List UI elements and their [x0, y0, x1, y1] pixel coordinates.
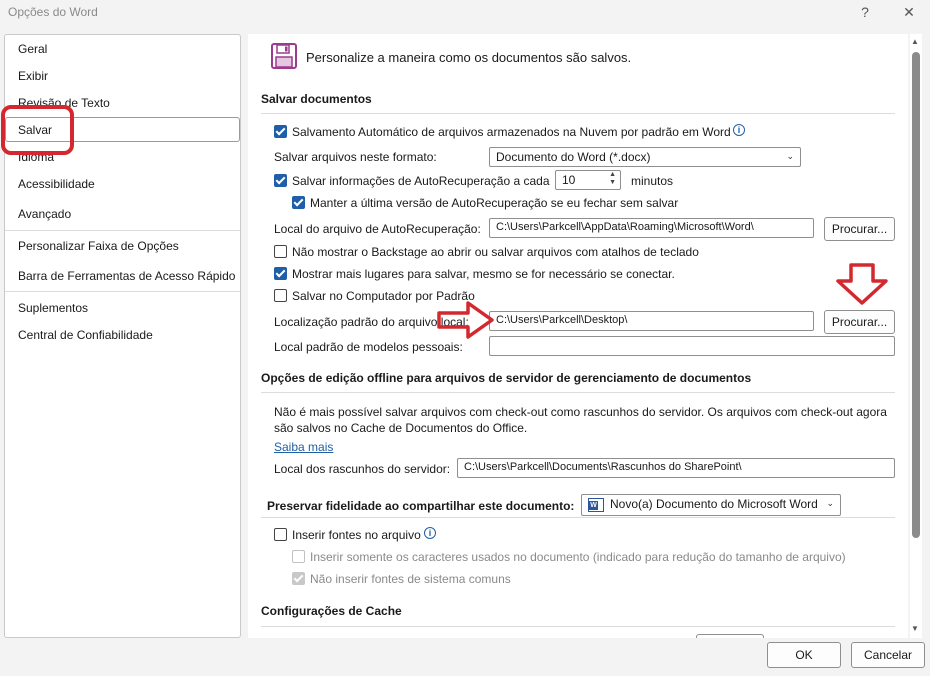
learn-more-link[interactable]: Saiba mais: [274, 440, 333, 454]
autorecover-minutes-spinner[interactable]: 10 ▲ ▼: [555, 170, 621, 190]
spinner-arrows-icon[interactable]: ▲ ▼: [609, 171, 616, 187]
nav-item-exibir[interactable]: Exibir: [18, 69, 48, 83]
fidelity-document-value: Novo(a) Documento do Microsoft Word: [610, 497, 818, 511]
scroll-up-icon[interactable]: ▲: [911, 37, 919, 46]
help-button[interactable]: ?: [852, 2, 878, 22]
section-divider: [261, 626, 895, 627]
save-computer-default-checkbox[interactable]: [274, 289, 287, 302]
scroll-down-icon[interactable]: ▼: [911, 624, 919, 633]
info-icon[interactable]: i: [424, 527, 436, 539]
nav-divider: [5, 291, 240, 292]
partially-visible-control: [696, 634, 764, 638]
nav-item-acesso-rapido[interactable]: Barra de Ferramentas de Acesso Rápido: [18, 269, 235, 283]
autorecover-label: Salvar informações de AutoRecuperação a …: [292, 174, 550, 188]
floppy-disk-icon: [270, 42, 298, 73]
autorecover-location-input[interactable]: C:\Users\Parkcell\AppData\Roaming\Micros…: [489, 218, 814, 238]
browse-default-location-button[interactable]: Procurar...: [824, 310, 895, 334]
nav-divider: [5, 230, 240, 231]
embed-used-chars-checkbox[interactable]: [292, 550, 305, 563]
nav-item-personalizar-faixa[interactable]: Personalizar Faixa de Opções: [18, 239, 179, 253]
keep-last-version-label: Manter a última versão de AutoRecuperaçã…: [310, 196, 679, 210]
section-heading-save: Salvar documentos: [261, 92, 372, 106]
page-title: Personalize a maneira como os documentos…: [306, 50, 632, 65]
no-backstage-label: Não mostrar o Backstage ao abrir ou salv…: [292, 245, 699, 259]
section-heading-fidelity: Preservar fidelidade ao compartilhar est…: [267, 499, 575, 513]
format-label: Salvar arquivos neste formato:: [274, 150, 437, 164]
drafts-location-label: Local dos rascunhos do servidor:: [274, 462, 451, 476]
chevron-down-icon: ⌄: [826, 498, 834, 508]
offline-description-line1: Não é mais possível salvar arquivos com …: [274, 405, 887, 419]
word-document-icon: W: [588, 498, 604, 512]
embed-used-chars-label: Inserir somente os caracteres usados no …: [310, 550, 846, 564]
section-divider: [261, 113, 895, 114]
no-common-fonts-label: Não inserir fontes de sistema comuns: [310, 572, 511, 586]
more-locations-checkbox[interactable]: [274, 267, 287, 280]
keep-last-version-checkbox[interactable]: [292, 196, 305, 209]
close-button[interactable]: ✕: [896, 2, 922, 22]
more-locations-label: Mostrar mais lugares para salvar, mesmo …: [292, 267, 675, 281]
window-title: Opções do Word: [8, 5, 98, 19]
no-common-fonts-checkbox[interactable]: [292, 572, 305, 585]
templates-location-input[interactable]: [489, 336, 895, 356]
section-divider: [261, 517, 895, 518]
chevron-down-icon: ⌄: [786, 151, 794, 161]
nav-item-suplementos[interactable]: Suplementos: [18, 301, 88, 315]
embed-fonts-label: Inserir fontes no arquivo: [292, 528, 421, 542]
nav-item-acessibilidade[interactable]: Acessibilidade: [18, 177, 95, 191]
cancel-button[interactable]: Cancelar: [851, 642, 925, 668]
format-value: Documento do Word (*.docx): [496, 150, 651, 164]
fidelity-document-select[interactable]: W Novo(a) Documento do Microsoft Word ⌄: [581, 494, 841, 516]
format-select[interactable]: Documento do Word (*.docx) ⌄: [489, 147, 801, 167]
templates-location-label: Local padrão de modelos pessoais:: [274, 340, 463, 354]
autosave-label: Salvamento Automático de arquivos armaze…: [292, 125, 731, 139]
minutes-label: minutos: [631, 174, 674, 188]
annotation-highlight-box: [1, 105, 74, 155]
scrollbar-thumb[interactable]: [912, 52, 920, 538]
section-heading-offline: Opções de edição offline para arquivos d…: [261, 371, 752, 385]
down-arrow-annotation-icon: [834, 262, 890, 309]
offline-description-line2: são salvos no Cache de Documentos do Off…: [274, 421, 528, 435]
section-divider: [261, 392, 895, 393]
default-location-input[interactable]: C:\Users\Parkcell\Desktop\: [489, 311, 814, 331]
no-backstage-checkbox[interactable]: [274, 245, 287, 258]
autosave-checkbox[interactable]: [274, 125, 287, 138]
autorecover-checkbox[interactable]: [274, 174, 287, 187]
autorecover-minutes-value: 10: [562, 173, 576, 187]
nav-item-central-confiabilidade[interactable]: Central de Confiabilidade: [18, 328, 153, 342]
section-heading-cache: Configurações de Cache: [261, 604, 402, 618]
nav-item-geral[interactable]: Geral: [18, 42, 47, 56]
autorecover-location-label: Local do arquivo de AutoRecuperação:: [274, 222, 481, 236]
drafts-location-input[interactable]: C:\Users\Parkcell\Documents\Rascunhos do…: [457, 458, 895, 478]
embed-fonts-checkbox[interactable]: [274, 528, 287, 541]
ok-button[interactable]: OK: [767, 642, 841, 668]
right-arrow-annotation-icon: [436, 300, 496, 343]
nav-item-avancado[interactable]: Avançado: [18, 207, 71, 221]
info-icon[interactable]: i: [733, 124, 745, 136]
browse-autorecover-button[interactable]: Procurar...: [824, 217, 895, 241]
